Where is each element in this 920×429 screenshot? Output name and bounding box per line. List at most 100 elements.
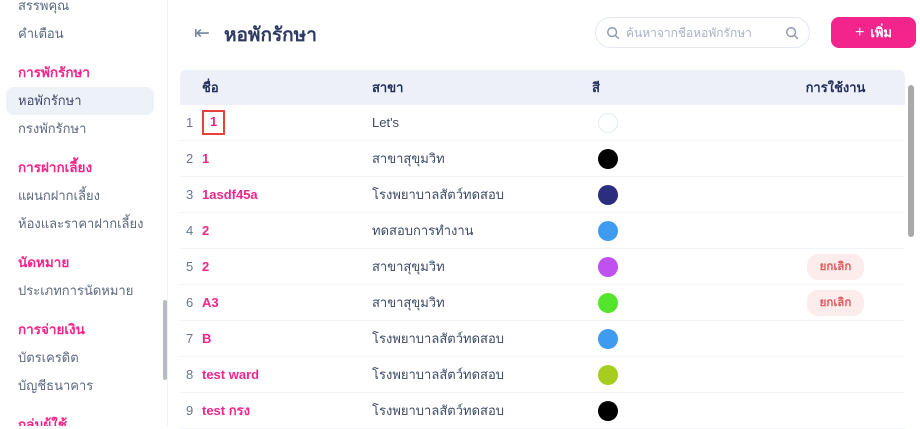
ward-name-cell: A3 xyxy=(196,294,366,312)
search-icon xyxy=(606,26,620,40)
color-dot xyxy=(598,185,618,205)
sidebar-item-active[interactable]: หอพักรักษา xyxy=(6,87,154,115)
plus-icon: + xyxy=(855,25,864,41)
table-row[interactable]: 9 test กรง โรงพยาบาลสัตว์ทดสอบ xyxy=(180,393,905,429)
table-row[interactable]: 7B โรงพยาบาลสัตว์ทดสอบ xyxy=(180,321,905,357)
color-dot xyxy=(598,113,618,133)
ward-name-link[interactable]: B xyxy=(202,331,211,346)
color-dot xyxy=(598,149,618,169)
ward-name-link[interactable]: 2 xyxy=(202,223,209,238)
color-dot xyxy=(598,293,618,313)
page-title: หอพักรักษา xyxy=(224,20,317,50)
col-header-color: สี xyxy=(586,77,766,98)
col-header-usage: การใช้งาน xyxy=(766,77,905,98)
sidebar-section-header: กลุ่มผู้ใช้ xyxy=(0,411,168,426)
search-submit-icon[interactable] xyxy=(785,26,799,40)
color-dot xyxy=(598,365,618,385)
row-number: 5 xyxy=(180,259,196,274)
sidebar: สรรพคุณคำเตือนการพักรักษาหอพักรักษากรงพั… xyxy=(0,0,168,426)
color-dot xyxy=(598,329,618,349)
row-number: 8 xyxy=(180,367,196,382)
sidebar-item[interactable]: ห้องและราคาฝากเลี้ยง xyxy=(0,210,168,238)
sidebar-section-header: การจ่ายเงิน xyxy=(0,316,168,344)
branch-label: ทดสอบการทำงาน xyxy=(366,220,586,241)
table-row[interactable]: 8 test ward โรงพยาบาลสัตว์ทดสอบ xyxy=(180,357,905,393)
usage-status-cell: ยกเลิก xyxy=(766,254,905,280)
branch-label: โรงพยาบาลสัตว์ทดสอบ xyxy=(366,400,586,421)
sidebar-scrollbar[interactable] xyxy=(163,300,167,380)
col-header-branch: สาขา xyxy=(366,77,586,98)
ward-name-cell: 2 xyxy=(196,258,366,276)
color-dot-cell xyxy=(586,365,766,385)
ward-name-cell: B xyxy=(196,330,366,348)
cancelled-badge: ยกเลิก xyxy=(807,290,865,316)
color-dot-cell xyxy=(586,221,766,241)
sidebar-item[interactable]: สรรพคุณ xyxy=(0,0,168,20)
row-number: 1 xyxy=(180,115,196,130)
add-button-label: เพิ่ม xyxy=(870,22,892,43)
ward-table: ชื่อ สาขา สี การใช้งาน 11Let's21สาขาสุขุ… xyxy=(180,70,905,429)
color-dot xyxy=(598,257,618,277)
click-annotation-box: 1 xyxy=(202,110,225,135)
sidebar-item[interactable]: บัตรเครดิต xyxy=(0,344,168,372)
branch-label: โรงพยาบาลสัตว์ทดสอบ xyxy=(366,184,586,205)
color-dot-cell xyxy=(586,329,766,349)
table-row[interactable]: 42 ทดสอบการทำงาน xyxy=(180,213,905,249)
ward-name-cell: 2 xyxy=(196,222,366,240)
sidebar-section-header: การพักรักษา xyxy=(0,59,168,87)
color-dot-cell xyxy=(586,149,766,169)
sidebar-item[interactable]: กรงพักรักษา xyxy=(0,115,168,143)
color-dot xyxy=(598,401,618,421)
collapse-sidebar-icon[interactable]: ⇤ xyxy=(194,22,210,46)
row-number: 2 xyxy=(180,151,196,166)
branch-label: Let's xyxy=(366,115,586,130)
ward-name-link[interactable]: test กรง xyxy=(202,403,250,418)
ward-name-link[interactable]: 1asdf45a xyxy=(202,187,258,202)
sidebar-item[interactable]: แผนกฝากเลี้ยง xyxy=(0,182,168,210)
main-scrollbar[interactable] xyxy=(908,85,914,237)
ward-name-link[interactable]: 1 xyxy=(202,151,209,166)
ward-name-cell: 1asdf45a xyxy=(196,186,366,204)
ward-name-cell: test กรง xyxy=(196,400,366,421)
search-input[interactable] xyxy=(626,26,779,40)
sidebar-item[interactable]: บัญชีธนาคาร xyxy=(0,372,168,400)
color-dot-cell xyxy=(586,293,766,313)
add-button[interactable]: + เพิ่ม xyxy=(831,17,916,48)
sidebar-item[interactable]: ประเภทการนัดหมาย xyxy=(0,277,168,305)
color-dot-cell xyxy=(586,401,766,421)
cancelled-badge: ยกเลิก xyxy=(807,254,865,280)
branch-label: สาขาสุขุมวิท xyxy=(366,292,586,313)
sidebar-item[interactable]: คำเตือน xyxy=(0,20,168,48)
branch-label: สาขาสุขุมวิท xyxy=(366,256,586,277)
table-row[interactable]: 3 1asdf45a โรงพยาบาลสัตว์ทดสอบ xyxy=(180,177,905,213)
row-number: 4 xyxy=(180,223,196,238)
ward-name-link[interactable]: 1 xyxy=(210,114,217,129)
color-dot-cell xyxy=(586,113,766,133)
ward-name-cell: 1 xyxy=(196,110,366,135)
sidebar-section-header: การฝากเลี้ยง xyxy=(0,154,168,182)
sidebar-section-header: นัดหมาย xyxy=(0,249,168,277)
ward-name-link[interactable]: test ward xyxy=(202,367,259,382)
row-number: 9 xyxy=(180,403,196,418)
branch-label: โรงพยาบาลสัตว์ทดสอบ xyxy=(366,328,586,349)
sidebar-menu: สรรพคุณคำเตือนการพักรักษาหอพักรักษากรงพั… xyxy=(0,0,168,426)
branch-label: โรงพยาบาลสัตว์ทดสอบ xyxy=(366,364,586,385)
table-row[interactable]: 11 Let's xyxy=(180,105,905,141)
ward-name-cell: 1 xyxy=(196,150,366,168)
row-number: 6 xyxy=(180,295,196,310)
ward-name-link[interactable]: A3 xyxy=(202,295,219,310)
table-row[interactable]: 52 สาขาสุขุมวิท ยกเลิก xyxy=(180,249,905,285)
color-dot-cell xyxy=(586,185,766,205)
row-number: 3 xyxy=(180,187,196,202)
color-dot xyxy=(598,221,618,241)
branch-label: สาขาสุขุมวิท xyxy=(366,148,586,169)
col-header-name: ชื่อ xyxy=(196,77,366,98)
table-body: 11Let's21สาขาสุขุมวิท31asdf45aโรงพยาบาลส… xyxy=(180,105,905,429)
ward-name-link[interactable]: 2 xyxy=(202,259,209,274)
search-bar[interactable] xyxy=(595,17,810,48)
table-row[interactable]: 21 สาขาสุขุมวิท xyxy=(180,141,905,177)
table-row[interactable]: 6 A3 สาขาสุขุมวิท ยกเลิก xyxy=(180,285,905,321)
row-number: 7 xyxy=(180,331,196,346)
table-header-row: ชื่อ สาขา สี การใช้งาน xyxy=(180,70,905,105)
ward-name-cell: test ward xyxy=(196,366,366,384)
